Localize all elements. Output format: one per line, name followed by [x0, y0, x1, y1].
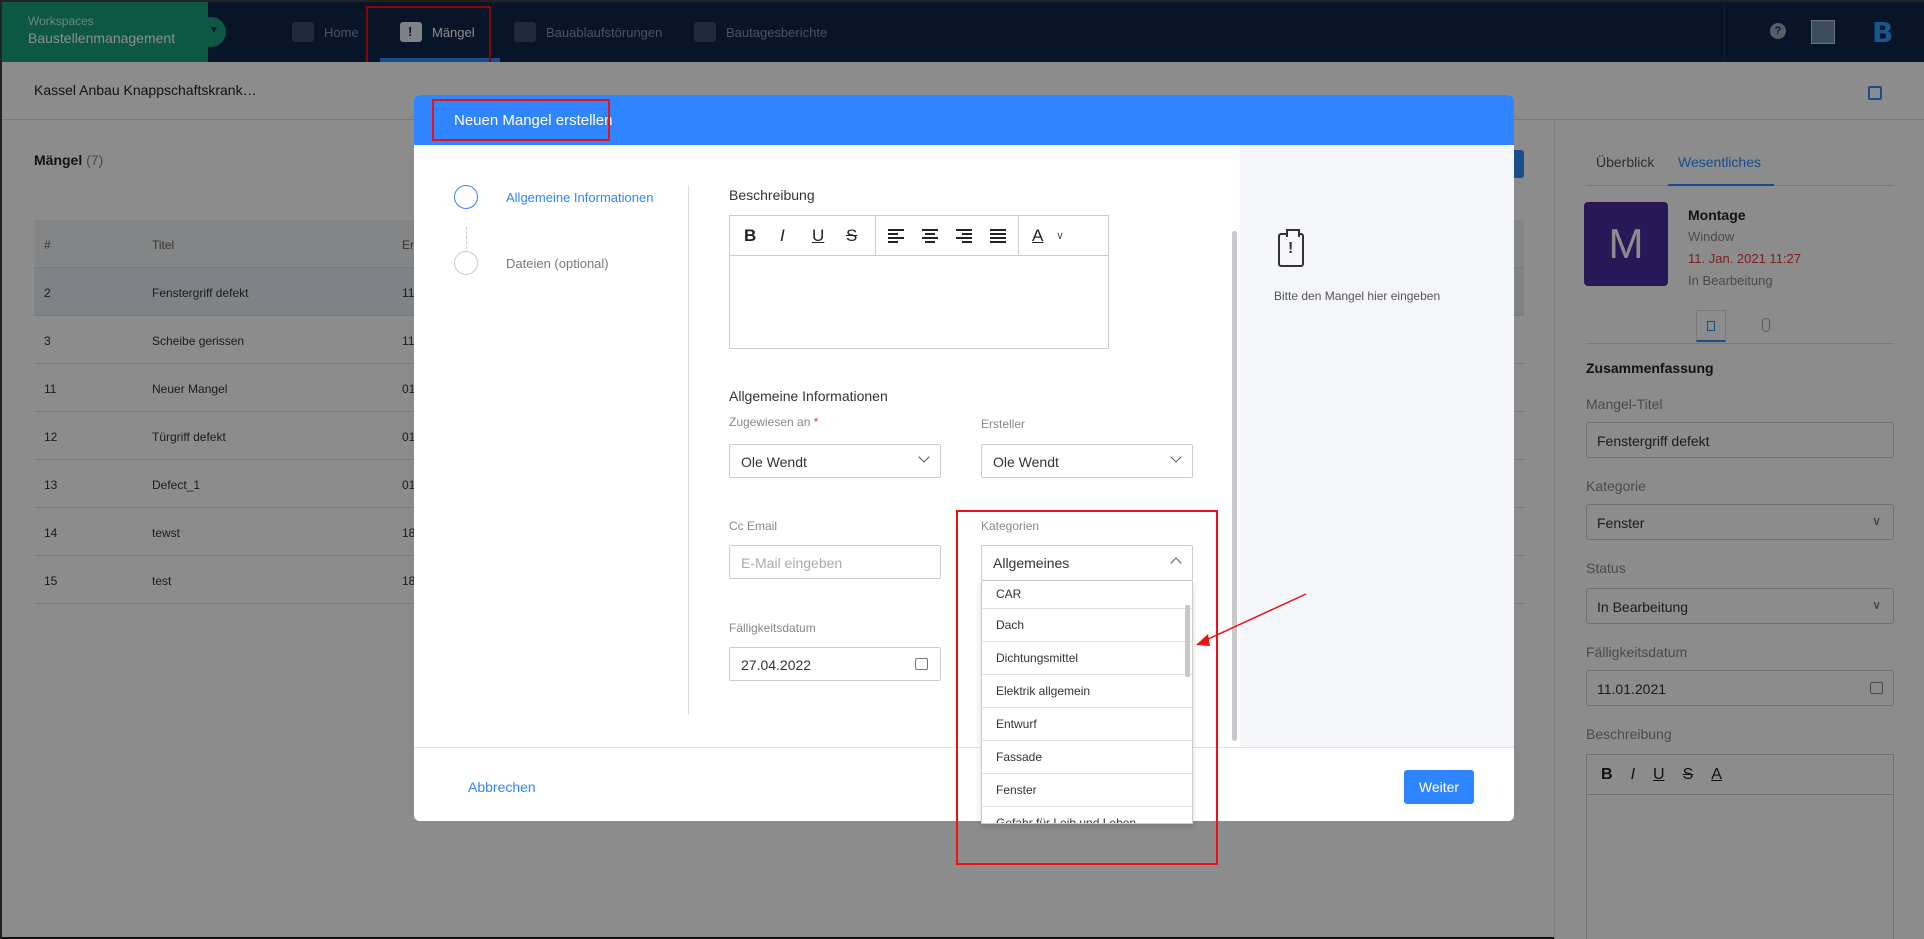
arrow-line: [1205, 593, 1307, 641]
arrow-head: [1196, 634, 1210, 646]
annotation-arrow: [1196, 593, 1307, 646]
